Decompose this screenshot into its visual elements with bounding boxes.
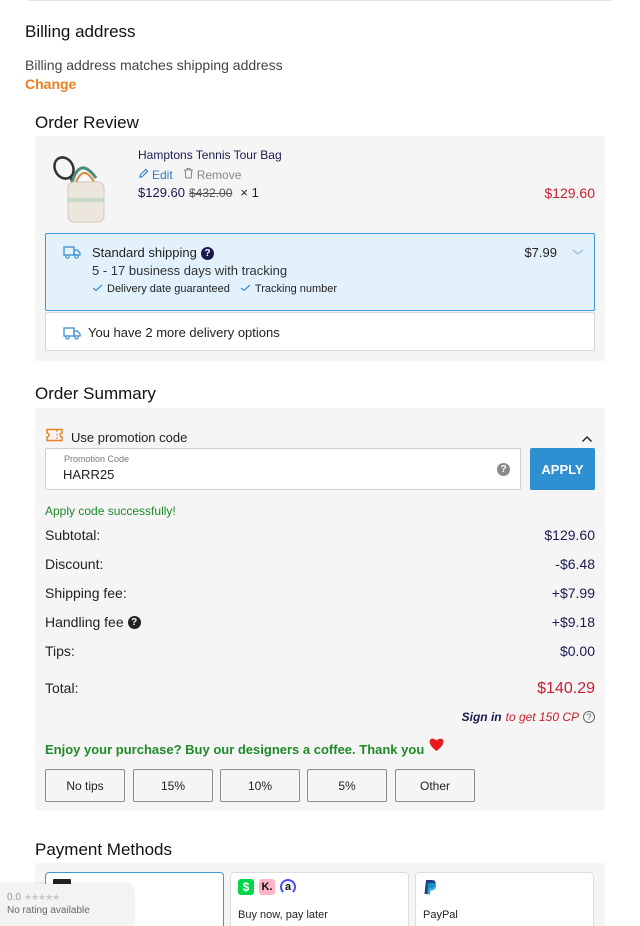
order-summary-title: Order Summary xyxy=(35,384,156,403)
remove-label: Remove xyxy=(196,167,242,182)
discount-row: Discount: -$6.48 xyxy=(45,556,595,572)
tips-label: Tips: xyxy=(45,643,75,659)
payment-bnpl-option[interactable]: $ K. a Buy now, pay later xyxy=(230,872,409,926)
product-name[interactable]: Hamptons Tennis Tour Bag xyxy=(138,148,282,162)
top-divider xyxy=(28,0,612,1)
billing-status: Billing address matches shipping address xyxy=(25,57,283,73)
discount-value: -$6.48 xyxy=(555,556,595,572)
product-image[interactable] xyxy=(50,154,110,226)
tips-value: $0.00 xyxy=(559,643,595,659)
bnpl-label: Buy now, pay later xyxy=(238,909,328,921)
standard-shipping-option[interactable]: Standard shipping ? $7.99 5 - 17 busines… xyxy=(45,233,595,311)
sign-in-link[interactable]: Sign in xyxy=(462,710,502,724)
cp-help-icon[interactable]: ? xyxy=(583,711,595,723)
tip-option-15[interactable]: 15% xyxy=(133,769,213,802)
product-line-total: $129.60 xyxy=(544,185,595,201)
feature-label: Tracking number xyxy=(254,283,338,295)
subtotal-row: Subtotal: $129.60 xyxy=(45,527,595,543)
promo-help-icon[interactable]: ? xyxy=(497,463,510,476)
payment-paypal-option[interactable]: PayPal xyxy=(415,872,594,926)
star-rating-icon: ★★★★★ xyxy=(23,892,60,902)
discount-label: Discount: xyxy=(45,556,104,572)
shipping-help-icon[interactable]: ? xyxy=(201,247,214,260)
affirm-icon: a xyxy=(280,879,296,895)
handling-fee-row: Handling fee ? +$9.18 xyxy=(45,614,595,630)
edit-button[interactable]: Edit xyxy=(138,167,173,182)
feature-label: Delivery date guaranteed xyxy=(107,283,230,295)
coffee-message: Enjoy your purchase? Buy our designers a… xyxy=(45,738,445,757)
klarna-icon: K. xyxy=(259,879,275,895)
paypal-label: PayPal xyxy=(423,909,458,921)
truck-icon xyxy=(63,326,81,345)
tips-row: Tips: $0.00 xyxy=(45,643,595,659)
shipping-fee-row: Shipping fee: +$7.99 xyxy=(45,585,595,601)
product-price: $129.60 xyxy=(138,185,185,200)
subtotal-value: $129.60 xyxy=(544,527,595,543)
ticket-icon xyxy=(46,428,63,447)
tracking-feature: Tracking number xyxy=(240,283,337,295)
delivery-guarantee-feature: Delivery date guaranteed xyxy=(92,283,230,295)
shipping-method-name: Standard shipping xyxy=(92,245,197,260)
product-quantity: × 1 xyxy=(240,185,259,200)
remove-button[interactable]: Remove xyxy=(183,167,242,182)
order-review-title: Order Review xyxy=(35,113,139,132)
shipping-fee-value: +$7.99 xyxy=(551,585,595,601)
billing-title: Billing address xyxy=(25,22,136,41)
product-original-price: $432.00 xyxy=(189,186,233,200)
handling-fee-value: +$9.18 xyxy=(551,614,595,630)
check-icon xyxy=(92,283,103,295)
payment-methods-title: Payment Methods xyxy=(35,840,173,859)
tip-option-none[interactable]: No tips xyxy=(45,769,125,802)
promo-toggle[interactable]: Use promotion code xyxy=(46,428,187,447)
chevron-up-icon[interactable] xyxy=(581,430,593,448)
shipping-fee-label: Shipping fee: xyxy=(45,585,127,601)
heart-icon xyxy=(428,737,445,755)
paypal-icon xyxy=(423,879,437,900)
change-billing-link[interactable]: Change xyxy=(25,76,76,92)
subtotal-label: Subtotal: xyxy=(45,527,101,543)
chevron-down-icon[interactable] xyxy=(571,244,585,262)
more-options-label: You have 2 more delivery options xyxy=(88,325,280,340)
promo-field-label: Promotion Code xyxy=(64,454,130,464)
apply-button[interactable]: APPLY xyxy=(530,448,595,490)
truck-icon xyxy=(63,245,81,264)
rating-badge[interactable]: 0.0 ★★★★★ No rating available xyxy=(0,884,133,926)
promo-code-input[interactable]: Promotion Code HARR25 ? xyxy=(45,448,521,490)
trash-icon xyxy=(183,167,194,182)
signin-reward-text: to get 150 CP xyxy=(505,710,579,724)
promo-value: HARR25 xyxy=(63,467,115,482)
tip-option-other[interactable]: Other xyxy=(395,769,475,802)
order-review-panel: Hamptons Tennis Tour Bag Edit Remove $12… xyxy=(35,136,605,361)
rating-text: No rating available xyxy=(7,905,90,916)
handling-help-icon[interactable]: ? xyxy=(127,615,141,629)
more-delivery-options[interactable]: You have 2 more delivery options xyxy=(45,312,595,351)
shipping-price: $7.99 xyxy=(524,245,557,260)
total-row: Total: $140.29 xyxy=(45,680,595,698)
handling-fee-label: Handling fee xyxy=(45,614,124,630)
cashapp-icon: $ xyxy=(238,879,254,895)
order-summary-panel: Use promotion code Promotion Code HARR25… xyxy=(35,408,605,810)
promo-toggle-label: Use promotion code xyxy=(71,430,188,445)
tip-option-5[interactable]: 5% xyxy=(307,769,387,802)
check-icon xyxy=(240,283,251,295)
rating-score: 0.0 xyxy=(7,892,21,903)
total-label: Total: xyxy=(45,680,79,696)
edit-icon xyxy=(138,168,149,182)
edit-label: Edit xyxy=(152,167,173,182)
shipping-eta: 5 - 17 business days with tracking xyxy=(92,263,288,278)
promo-success-message: Apply code successfully! xyxy=(45,504,176,518)
coffee-message-text: Enjoy your purchase? Buy our designers a… xyxy=(45,742,425,757)
tip-option-10[interactable]: 10% xyxy=(220,769,300,802)
total-value: $140.29 xyxy=(537,680,595,697)
